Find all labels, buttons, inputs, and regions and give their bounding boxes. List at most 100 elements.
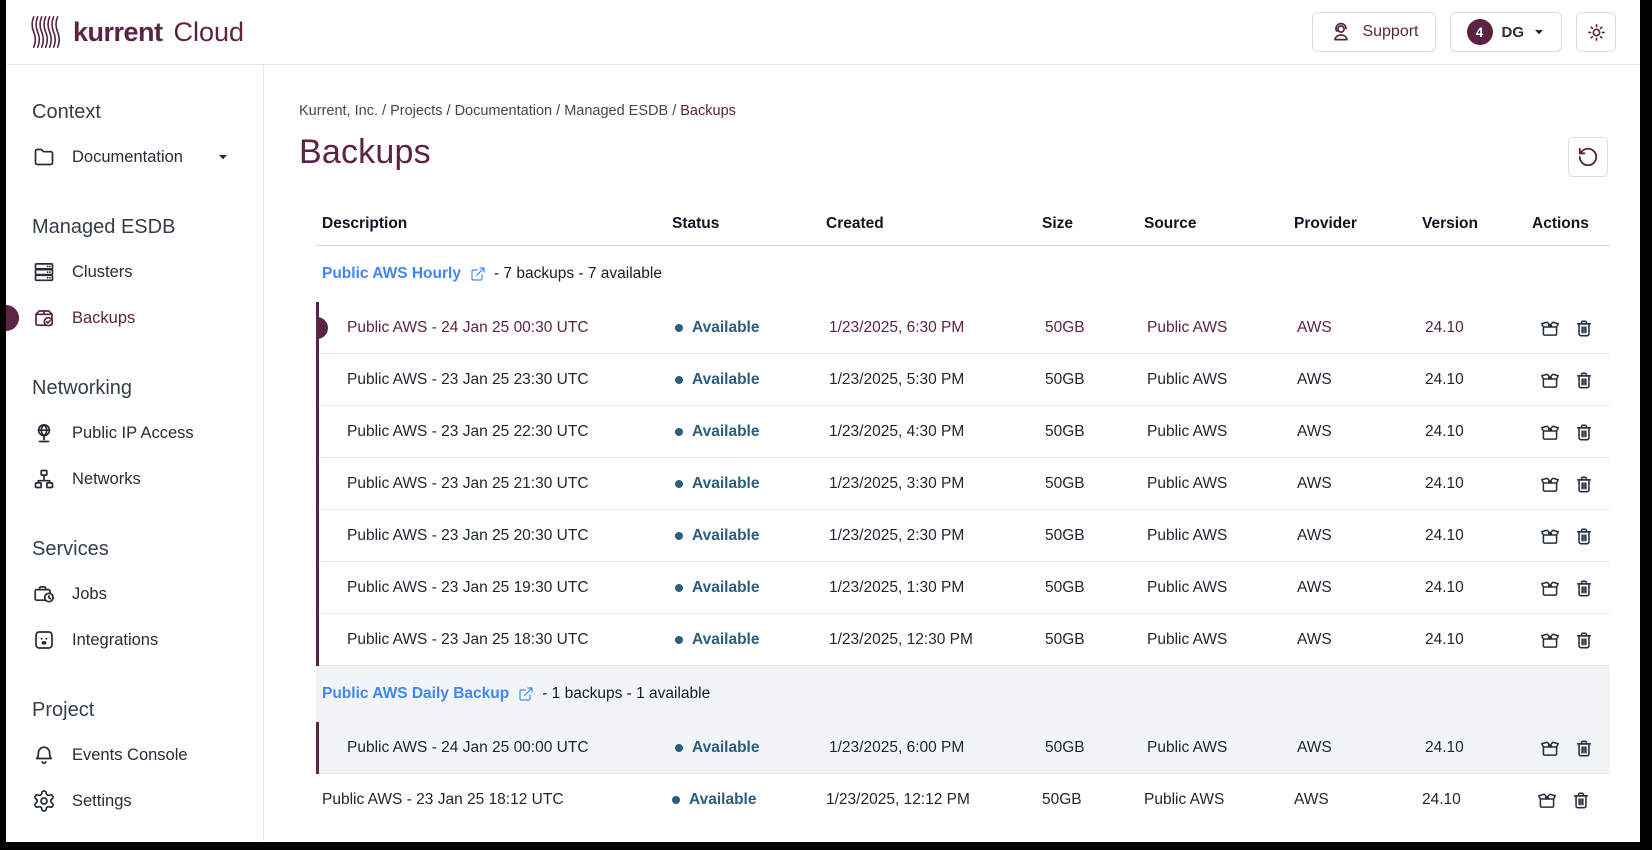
backup-status: Available bbox=[666, 791, 820, 809]
restore-backup-button[interactable] bbox=[1539, 421, 1561, 443]
group-rows: Public AWS - 24 Jan 25 00:00 UTCAvailabl… bbox=[316, 722, 1610, 774]
backup-source: Public AWS bbox=[1141, 579, 1291, 597]
column-header-status: Status bbox=[666, 215, 820, 233]
table-row[interactable]: Public AWS - 23 Jan 25 18:12 UTCAvailabl… bbox=[316, 774, 1610, 826]
restore-backup-button[interactable] bbox=[1539, 737, 1561, 759]
user-initials: DG bbox=[1502, 24, 1525, 41]
trash-icon bbox=[1573, 737, 1595, 759]
sidebar-item-public-ip-access[interactable]: Public IP Access bbox=[32, 410, 249, 456]
sidebar-section-services: ServicesJobsIntegrations bbox=[32, 538, 249, 663]
table-row[interactable]: Public AWS - 23 Jan 25 18:30 UTCAvailabl… bbox=[319, 614, 1610, 666]
sidebar-item-networks[interactable]: Networks bbox=[32, 456, 249, 502]
open-box-icon bbox=[1539, 737, 1561, 759]
backup-provider: AWS bbox=[1291, 527, 1419, 545]
group-summary: - 1 backups - 1 available bbox=[542, 685, 710, 703]
status-dot bbox=[675, 480, 683, 488]
backup-size: 50GB bbox=[1039, 579, 1141, 597]
sidebar-item-events-console[interactable]: Events Console bbox=[32, 732, 249, 778]
backups-table: DescriptionStatusCreatedSizeSourceProvid… bbox=[316, 202, 1610, 826]
sidebar-item-settings[interactable]: Settings bbox=[32, 778, 249, 824]
sidebar-heading: Managed ESDB bbox=[32, 216, 249, 239]
restore-backup-button[interactable] bbox=[1539, 317, 1561, 339]
headset-icon bbox=[1329, 20, 1353, 44]
delete-backup-button[interactable] bbox=[1573, 473, 1595, 495]
breadcrumb-item-projects[interactable]: Projects bbox=[390, 103, 442, 119]
external-link-icon[interactable] bbox=[470, 266, 486, 282]
delete-backup-button[interactable] bbox=[1573, 629, 1595, 651]
sidebar-section-managed-esdb: Managed ESDB Clusters Backups bbox=[32, 216, 249, 341]
delete-backup-button[interactable] bbox=[1573, 421, 1595, 443]
status-dot bbox=[675, 324, 683, 332]
refresh-button[interactable] bbox=[1568, 137, 1608, 177]
sidebar-item-integrations[interactable]: Integrations bbox=[32, 617, 249, 663]
table-row[interactable]: Public AWS - 23 Jan 25 21:30 UTCAvailabl… bbox=[319, 458, 1610, 510]
sidebar-item-jobs[interactable]: Jobs bbox=[32, 571, 249, 617]
status-label: Available bbox=[692, 739, 760, 757]
backup-status: Available bbox=[669, 527, 823, 545]
backup-size: 50GB bbox=[1039, 739, 1141, 757]
brand-logo[interactable]: kurrent Cloud bbox=[30, 14, 244, 50]
table-row[interactable]: Public AWS - 23 Jan 25 23:30 UTCAvailabl… bbox=[319, 354, 1610, 406]
backup-actions bbox=[1529, 577, 1610, 599]
backup-description: Public AWS - 23 Jan 25 23:30 UTC bbox=[319, 371, 669, 389]
restore-backup-button[interactable] bbox=[1539, 525, 1561, 547]
restore-backup-button[interactable] bbox=[1539, 369, 1561, 391]
trash-icon bbox=[1573, 525, 1595, 547]
table-row[interactable]: Public AWS - 23 Jan 25 20:30 UTCAvailabl… bbox=[319, 510, 1610, 562]
table-row[interactable]: Public AWS - 23 Jan 25 22:30 UTCAvailabl… bbox=[319, 406, 1610, 458]
trash-icon bbox=[1573, 421, 1595, 443]
backup-status: Available bbox=[669, 739, 823, 757]
sidebar-item-label: Backups bbox=[72, 309, 135, 328]
delete-backup-button[interactable] bbox=[1573, 577, 1595, 599]
trash-icon bbox=[1573, 577, 1595, 599]
status-label: Available bbox=[689, 791, 757, 809]
restore-backup-button[interactable] bbox=[1539, 473, 1561, 495]
table-row[interactable]: Public AWS - 24 Jan 25 00:00 UTCAvailabl… bbox=[319, 722, 1610, 774]
breadcrumb-item-documentation[interactable]: Documentation bbox=[455, 103, 553, 119]
backup-size: 50GB bbox=[1039, 319, 1141, 337]
restore-backup-button[interactable] bbox=[1539, 629, 1561, 651]
open-box-icon bbox=[1539, 525, 1561, 547]
open-box-icon bbox=[1539, 473, 1561, 495]
user-menu-button[interactable]: 4 DG bbox=[1450, 12, 1563, 52]
sun-icon bbox=[1585, 21, 1608, 44]
breadcrumb-item-managed-esdb[interactable]: Managed ESDB bbox=[564, 103, 668, 119]
backup-group: Public AWS - 23 Jan 25 18:12 UTCAvailabl… bbox=[316, 774, 1610, 826]
open-box-icon bbox=[1539, 369, 1561, 391]
sidebar-item-label: Clusters bbox=[72, 263, 133, 282]
restore-backup-button[interactable] bbox=[1536, 789, 1558, 811]
backup-status: Available bbox=[669, 579, 823, 597]
external-link-icon[interactable] bbox=[518, 686, 534, 702]
backup-created: 1/23/2025, 6:30 PM bbox=[823, 319, 1039, 337]
backup-provider: AWS bbox=[1291, 631, 1419, 649]
breadcrumb-separator: / bbox=[552, 103, 564, 119]
sidebar-item-backups[interactable]: Backups bbox=[32, 295, 249, 341]
table-row[interactable]: Public AWS - 23 Jan 25 19:30 UTCAvailabl… bbox=[319, 562, 1610, 614]
group-name-link[interactable]: Public AWS Hourly bbox=[322, 265, 461, 283]
globe-icon bbox=[32, 421, 56, 445]
delete-backup-button[interactable] bbox=[1573, 317, 1595, 339]
sidebar-item-documentation[interactable]: Documentation bbox=[32, 134, 249, 180]
sidebar-item-label: Events Console bbox=[72, 746, 188, 765]
network-icon bbox=[32, 467, 56, 491]
delete-backup-button[interactable] bbox=[1573, 737, 1595, 759]
breadcrumb-item-backups: Backups bbox=[680, 103, 736, 119]
caret-down-icon bbox=[217, 151, 229, 163]
restore-backup-button[interactable] bbox=[1539, 577, 1561, 599]
backup-description: Public AWS - 23 Jan 25 19:30 UTC bbox=[319, 579, 669, 597]
delete-backup-button[interactable] bbox=[1570, 789, 1592, 811]
sidebar-item-clusters[interactable]: Clusters bbox=[32, 249, 249, 295]
table-row[interactable]: Public AWS - 24 Jan 25 00:30 UTCAvailabl… bbox=[319, 302, 1610, 354]
backup-source: Public AWS bbox=[1141, 319, 1291, 337]
group-name-link[interactable]: Public AWS Daily Backup bbox=[322, 685, 509, 703]
status-label: Available bbox=[692, 527, 760, 545]
breadcrumb: Kurrent, Inc. / Projects / Documentation… bbox=[299, 103, 1610, 119]
theme-toggle-button[interactable] bbox=[1576, 12, 1616, 52]
delete-backup-button[interactable] bbox=[1573, 369, 1595, 391]
breadcrumb-item-kurrent-inc[interactable]: Kurrent, Inc. bbox=[299, 103, 378, 119]
support-button[interactable]: Support bbox=[1312, 12, 1435, 52]
sidebar-section-context: ContextDocumentation bbox=[32, 101, 249, 180]
delete-backup-button[interactable] bbox=[1573, 525, 1595, 547]
open-box-icon bbox=[1539, 577, 1561, 599]
support-label: Support bbox=[1362, 23, 1418, 41]
